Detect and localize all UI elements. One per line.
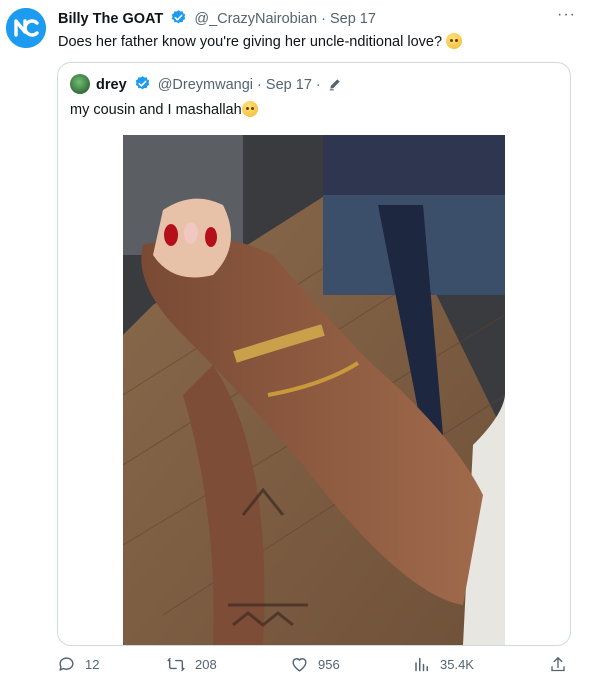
quoted-author-name[interactable]: drey <box>96 77 127 93</box>
quoted-separator: · <box>257 77 262 93</box>
author-handle[interactable]: @_CrazyNairobian <box>194 11 317 27</box>
author-avatar[interactable] <box>6 8 46 48</box>
views-icon <box>415 657 428 672</box>
quoted-tweet-header: drey @Dreymwangi · Sep 17 · <box>96 75 342 94</box>
tweet-text: Does her father know you're giving her u… <box>58 32 463 52</box>
pleading-face-emoji-icon <box>241 101 258 117</box>
retweet-icon <box>167 657 185 672</box>
photo-illustration <box>123 135 505 645</box>
verified-icon <box>135 76 149 90</box>
retweet-button[interactable]: 208 <box>166 655 217 674</box>
share-icon <box>551 657 565 672</box>
action-bar: 12 208 956 35.4K <box>0 655 596 679</box>
reply-button[interactable]: 12 <box>57 655 99 674</box>
brand-logo-icon <box>6 8 46 48</box>
verified-icon <box>172 10 186 24</box>
quoted-tweet[interactable]: drey @Dreymwangi · Sep 17 · my cousin an… <box>57 62 571 646</box>
like-icon <box>292 658 307 672</box>
views-button[interactable]: 35.4K <box>413 655 474 674</box>
tweet-date[interactable]: Sep 17 <box>330 11 376 27</box>
like-count: 956 <box>318 657 340 672</box>
quoted-author-avatar[interactable] <box>70 74 90 94</box>
tweet-text-body: Does her father know you're giving her u… <box>58 34 443 50</box>
header-separator: · <box>321 11 326 27</box>
quoted-tweet-text: my cousin and I mashallah <box>70 100 258 120</box>
quoted-tweet-text-body: my cousin and I mashallah <box>70 102 242 118</box>
like-button[interactable]: 956 <box>290 655 340 674</box>
tweet-header: Billy The GOAT @_CrazyNairobian · Sep 17 <box>58 9 376 28</box>
reply-count: 12 <box>85 657 100 672</box>
quoted-tweet-photo[interactable] <box>123 135 505 645</box>
views-count: 35.4K <box>440 657 474 672</box>
author-name[interactable]: Billy The GOAT <box>58 11 163 27</box>
retweet-count: 208 <box>195 657 217 672</box>
quoted-author-handle[interactable]: @Dreymwangi <box>158 77 253 93</box>
quoted-dot: · <box>315 77 321 93</box>
quoted-date[interactable]: Sep 17 <box>266 77 312 93</box>
reply-icon <box>59 657 74 671</box>
share-button[interactable] <box>549 655 567 674</box>
tweet-card[interactable]: Billy The GOAT @_CrazyNairobian · Sep 17… <box>0 0 596 693</box>
more-icon[interactable]: ··· <box>557 6 576 24</box>
pleading-face-emoji-icon <box>446 33 463 49</box>
edit-icon <box>329 79 340 91</box>
